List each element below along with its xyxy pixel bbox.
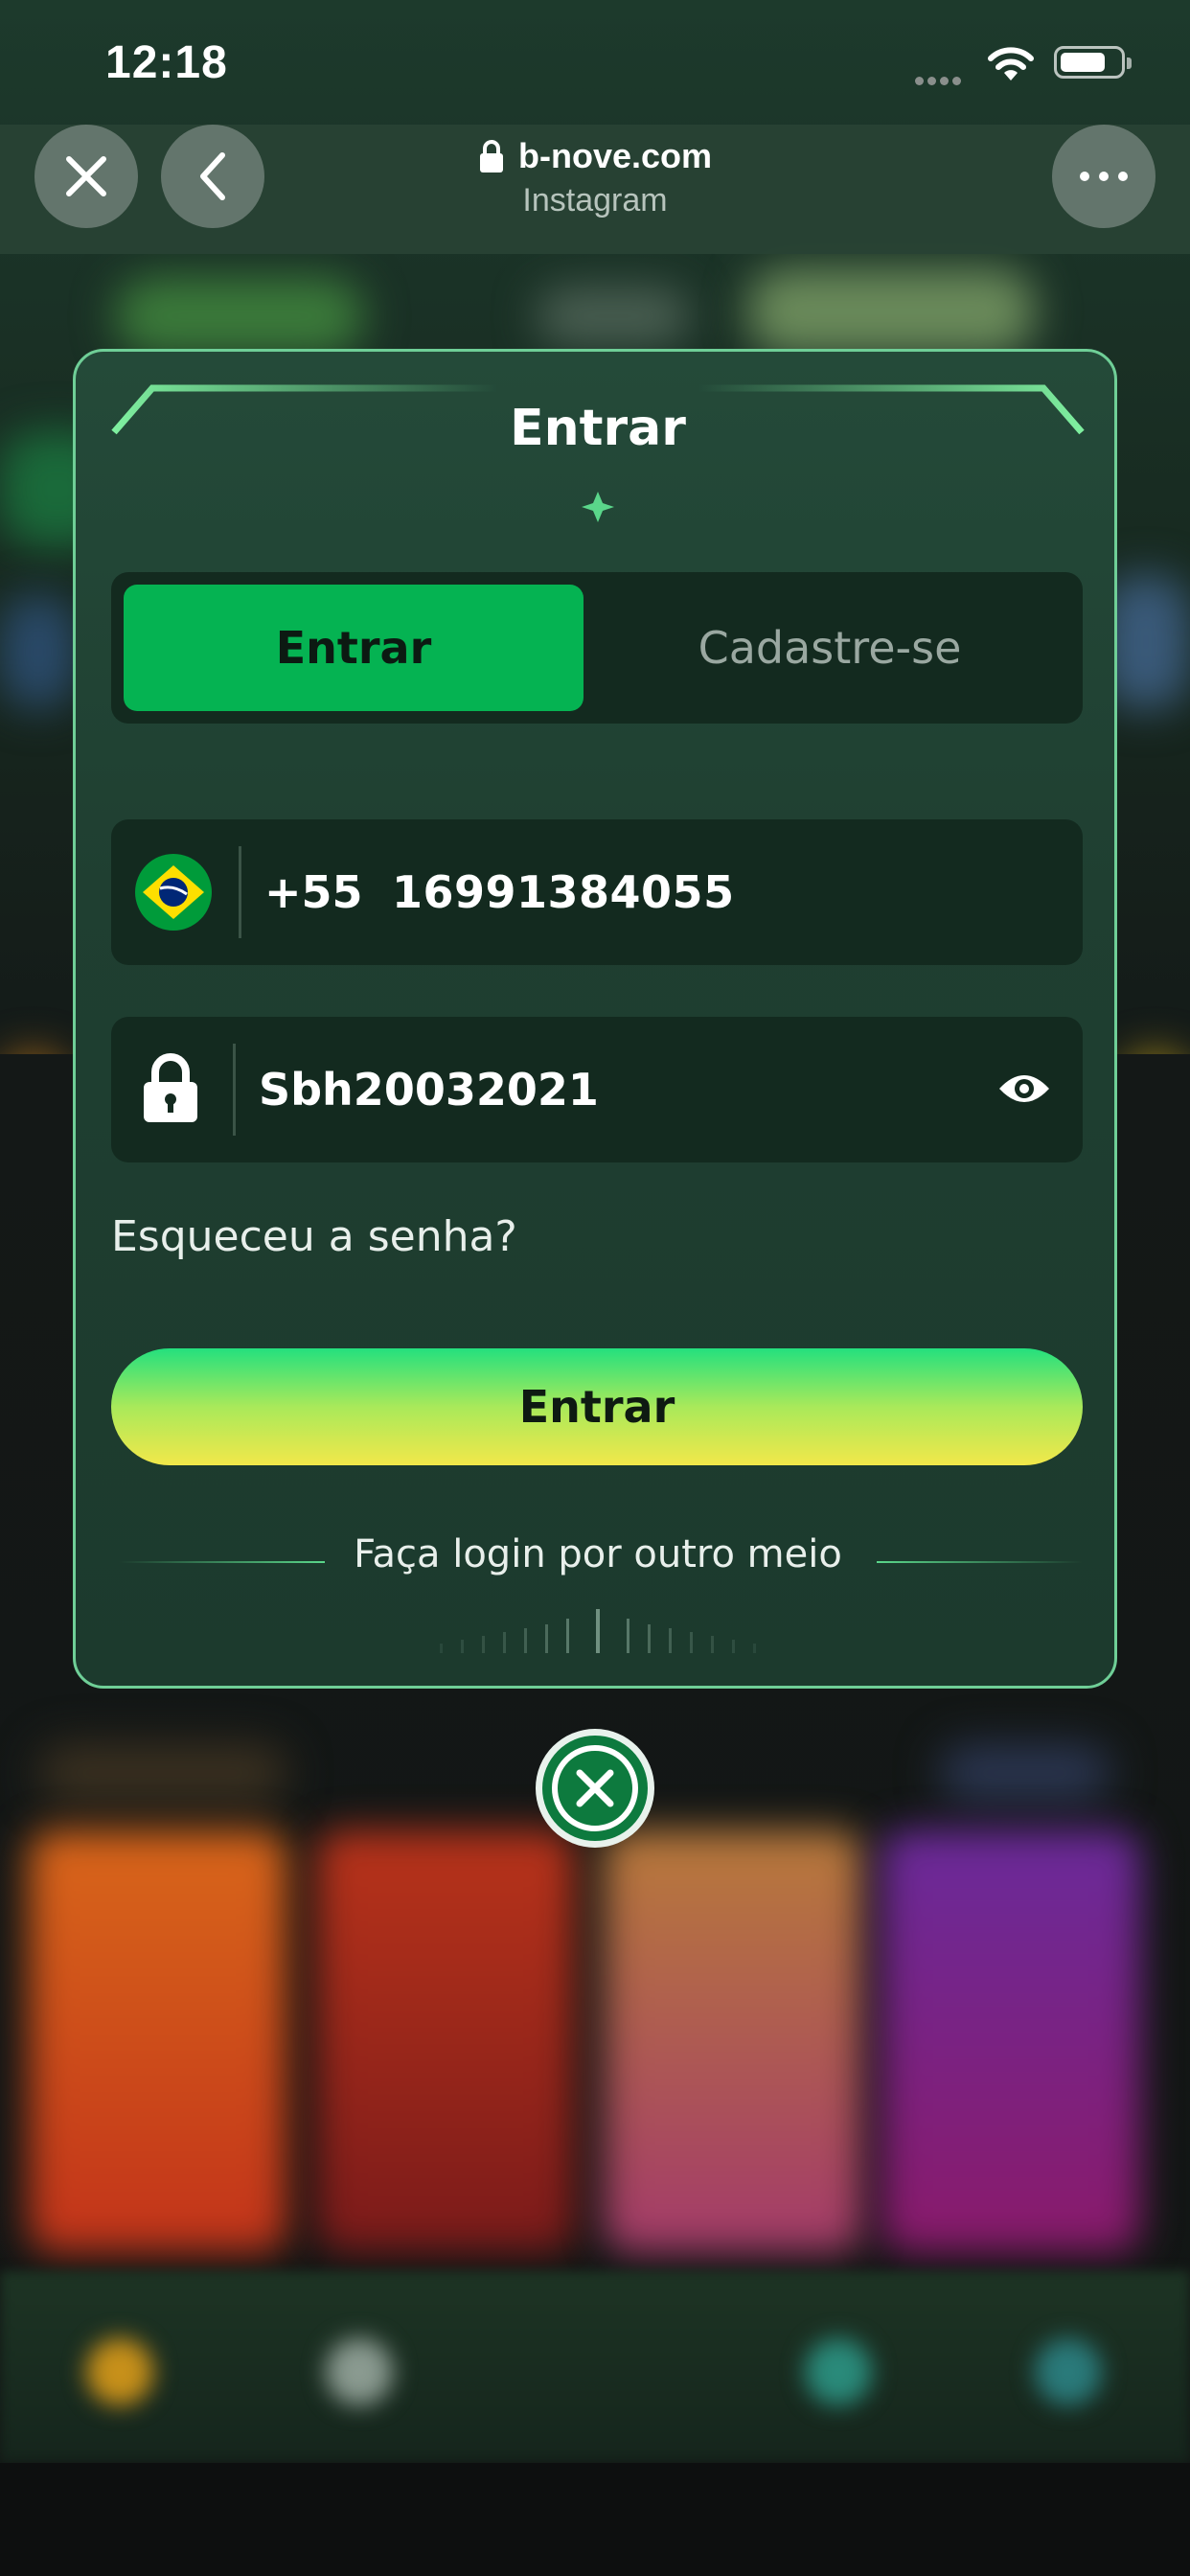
alternate-login-divider: Faça login por outro meio xyxy=(76,1532,1120,1590)
tab-register[interactable]: Cadastre-se xyxy=(590,585,1069,711)
eye-icon[interactable] xyxy=(997,1070,1051,1108)
status-bar: 12:18 xyxy=(0,0,1190,125)
login-submit-button[interactable]: Entrar xyxy=(111,1348,1083,1465)
forgot-password-link[interactable]: Esqueceu a senha? xyxy=(111,1212,517,1261)
lock-icon xyxy=(479,140,503,172)
brazil-flag-icon[interactable] xyxy=(135,854,212,931)
in-app-browser-bar: b-nove.com Instagram xyxy=(0,125,1190,254)
tab-login[interactable]: Entrar xyxy=(124,585,584,711)
address-bar[interactable]: b-nove.com Instagram xyxy=(403,136,787,219)
alternate-login-label: Faça login por outro meio xyxy=(354,1532,842,1576)
chevron-left-icon xyxy=(200,152,225,200)
country-code[interactable]: +55 xyxy=(264,819,363,965)
login-modal: Entrar Entrar Cadastre-se +55 1699138405… xyxy=(73,349,1120,1689)
status-time: 12:18 xyxy=(105,37,228,88)
close-icon xyxy=(66,156,106,196)
auth-tabs: Entrar Cadastre-se xyxy=(111,572,1083,724)
url-text: b-nove.com xyxy=(517,136,713,175)
more-options-button[interactable] xyxy=(1052,125,1156,228)
url-source-label: Instagram xyxy=(522,182,668,218)
password-field[interactable]: Sbh20032021 xyxy=(111,1017,1083,1162)
battery-icon xyxy=(1054,46,1132,79)
password-input[interactable]: Sbh20032021 xyxy=(259,1017,599,1162)
close-browser-button[interactable] xyxy=(34,125,138,228)
phone-field[interactable]: +55 16991384055 xyxy=(111,819,1083,965)
wifi-icon xyxy=(988,47,1034,80)
more-horizontal-icon xyxy=(1080,172,1128,181)
back-button[interactable] xyxy=(161,125,264,228)
modal-title: Entrar xyxy=(510,400,686,457)
cellular-signal-icon xyxy=(915,71,965,89)
phone-input[interactable]: 16991384055 xyxy=(392,819,735,965)
loading-indicator-icon xyxy=(440,1609,756,1653)
close-modal-button[interactable] xyxy=(534,1727,656,1850)
padlock-icon xyxy=(144,1053,197,1122)
